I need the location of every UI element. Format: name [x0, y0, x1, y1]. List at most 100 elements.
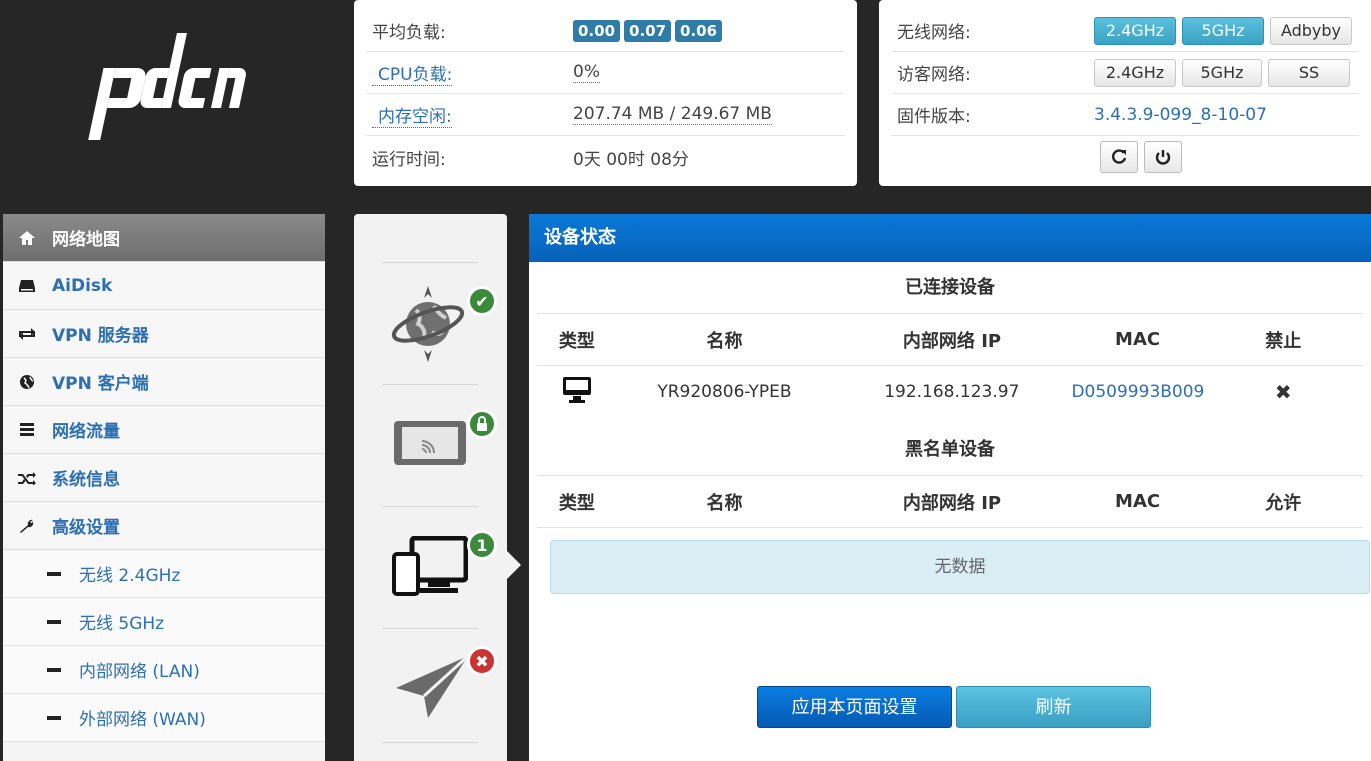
reboot-button[interactable]: [1100, 141, 1138, 173]
col-block: 禁止: [1265, 330, 1302, 352]
devices-icon: [392, 535, 469, 596]
random-icon: [17, 471, 37, 485]
selection-arrow: [507, 551, 521, 579]
divider: [382, 628, 478, 629]
sidebar-item-label: VPN 服务器: [52, 326, 149, 346]
col-mac: MAC: [1115, 329, 1161, 350]
refresh-button[interactable]: 刷新: [956, 686, 1151, 728]
sidebar-item-system-info[interactable]: 系统信息: [3, 454, 325, 502]
x-icon: ✖: [467, 646, 497, 676]
col-ip: 内部网络 IP: [902, 492, 1002, 514]
wireless-2g-button[interactable]: 2.4GHz: [1094, 16, 1176, 45]
firmware-row: 固件版本: 3.4.3.9-099_8-10-07: [891, 94, 1359, 136]
refresh-icon: [1112, 149, 1127, 164]
sidebar-subitem-wireless-2g[interactable]: 无线 2.4GHz: [3, 550, 325, 598]
cpu-load-link[interactable]: CPU负载:: [372, 65, 453, 86]
sidebar-menu: 网络地图 AiDisk VPN 服务器 VPN 客户端 网络流量 系统信息 高级…: [3, 214, 325, 761]
sidebar-item-vpn-client[interactable]: VPN 客户端: [3, 358, 325, 406]
sidebar-subitem-label: 无线 2.4GHz: [79, 566, 181, 586]
block-device-button[interactable]: ✖: [1203, 380, 1363, 404]
memory-value: 207.74 MB / 249.67 MB: [573, 104, 772, 125]
globe-satellite-icon: [391, 286, 465, 362]
wireless-row: 无线网络: 2.4GHz 5GHz Adbyby: [891, 10, 1359, 52]
uptime-row: 运行时间: 0天 00时 08分: [366, 136, 845, 178]
sidebar-item-vpn-server[interactable]: VPN 服务器: [3, 310, 325, 358]
internet-status-button[interactable]: [388, 284, 468, 369]
col-allow: 允许: [1265, 492, 1302, 514]
col-type: 类型: [558, 330, 595, 352]
load-badge-1: 0.00: [573, 19, 621, 42]
retweet-icon: [17, 327, 37, 341]
wireless-status-button[interactable]: [392, 419, 468, 472]
dash-icon: [47, 715, 61, 720]
guest-5g-button[interactable]: 5GHz: [1182, 58, 1262, 87]
hdd-icon: [17, 278, 37, 294]
wireless-5g-button[interactable]: 5GHz: [1182, 16, 1264, 45]
guest-row: 访客网络: 2.4GHz 5GHz SS: [891, 52, 1359, 94]
sidebar-item-aidisk[interactable]: AiDisk: [3, 262, 325, 310]
blacklist-table-header: 类型 名称 内部网络 IP MAC 允许: [537, 476, 1363, 528]
apply-button[interactable]: 应用本页面设置: [757, 686, 952, 728]
usb-status-button[interactable]: [394, 654, 470, 725]
load-badge-15: 0.06: [675, 19, 723, 42]
sidebar-subitem-wan[interactable]: 外部网络 (WAN): [3, 694, 325, 742]
sidebar-subitem-label: 内部网络 (LAN): [79, 662, 200, 682]
sidebar-item-network-map[interactable]: 网络地图: [3, 214, 325, 262]
dash-icon: [47, 667, 61, 672]
globe-icon: [17, 374, 37, 390]
col-name: 名称: [706, 330, 743, 352]
wireless-status-panel: 无线网络: 2.4GHz 5GHz Adbyby 访客网络: 2.4GHz 5G…: [879, 0, 1371, 186]
paper-plane-icon: [396, 654, 470, 718]
uptime-label: 运行时间:: [372, 149, 446, 170]
cpu-row: CPU负载: 0%: [366, 52, 845, 94]
lock-icon: [467, 409, 497, 439]
sidebar-subitem-wireless-5g[interactable]: 无线 5GHz: [3, 598, 325, 646]
divider: [382, 506, 478, 507]
home-icon: [17, 230, 37, 246]
avg-load-row: 平均负载: 0.00 0.07 0.06: [366, 10, 845, 52]
sidebar-subitem-lan[interactable]: 内部网络 (LAN): [3, 646, 325, 694]
blacklist-devices-title: 黑名单设备: [537, 424, 1363, 476]
power-row: [891, 136, 1359, 178]
avg-load-label: 平均负载:: [372, 23, 446, 43]
firmware-version-link[interactable]: 3.4.3.9-099_8-10-07: [1094, 105, 1267, 125]
col-mac: MAC: [1115, 491, 1161, 512]
pdcn-logo: [82, 28, 262, 148]
power-icon: [1155, 150, 1171, 165]
firmware-label: 固件版本:: [897, 107, 971, 127]
connected-devices-title: 已连接设备: [537, 262, 1363, 314]
sidebar-item-label: 网络地图: [52, 230, 120, 250]
sidebar-subitem-label: 无线 5GHz: [79, 614, 165, 634]
ss-button[interactable]: SS: [1268, 58, 1350, 87]
wireless-label: 无线网络:: [897, 23, 971, 43]
device-name: YR920806-YPEB: [657, 382, 792, 402]
system-load-panel: 平均负载: 0.00 0.07 0.06 CPU负载: 0% 内存空闲: 207.7…: [354, 0, 857, 186]
guest-2g-button[interactable]: 2.4GHz: [1094, 58, 1176, 87]
shutdown-button[interactable]: [1144, 141, 1182, 173]
sidebar-item-traffic[interactable]: 网络流量: [3, 406, 325, 454]
sidebar-item-label: 网络流量: [52, 422, 120, 442]
client-count-badge: 1: [467, 530, 497, 560]
col-name: 名称: [706, 492, 743, 514]
sidebar-item-advanced[interactable]: 高级设置: [3, 502, 325, 550]
check-icon: ✔: [467, 286, 497, 316]
network-status-column: ✔ 1 ✖: [354, 214, 507, 761]
divider: [382, 384, 478, 385]
memory-row: 内存空闲: 207.74 MB / 249.67 MB: [366, 94, 845, 136]
adbyby-button[interactable]: Adbyby: [1270, 16, 1352, 45]
dash-icon: [47, 571, 61, 576]
sidebar-item-label: 系统信息: [52, 470, 120, 490]
cpu-value: 0%: [573, 62, 600, 83]
clients-status-button[interactable]: [392, 535, 469, 603]
divider: [382, 742, 478, 743]
memory-free-link[interactable]: 内存空闲:: [372, 107, 452, 128]
col-type: 类型: [558, 492, 595, 514]
device-status-panel: 设备状态 已连接设备 类型 名称 内部网络 IP MAC 禁止 YR920806…: [529, 214, 1371, 761]
uptime-value: 0天 00时 08分: [573, 149, 689, 170]
action-buttons: 应用本页面设置 刷新: [757, 686, 1155, 728]
dash-icon: [47, 619, 61, 624]
table-row: YR920806-YPEB 192.168.123.97 D0509993B00…: [537, 366, 1363, 418]
device-mac-link[interactable]: D0509993B009: [1071, 382, 1204, 402]
load-badge-5: 0.07: [624, 19, 672, 42]
col-ip: 内部网络 IP: [902, 330, 1002, 352]
